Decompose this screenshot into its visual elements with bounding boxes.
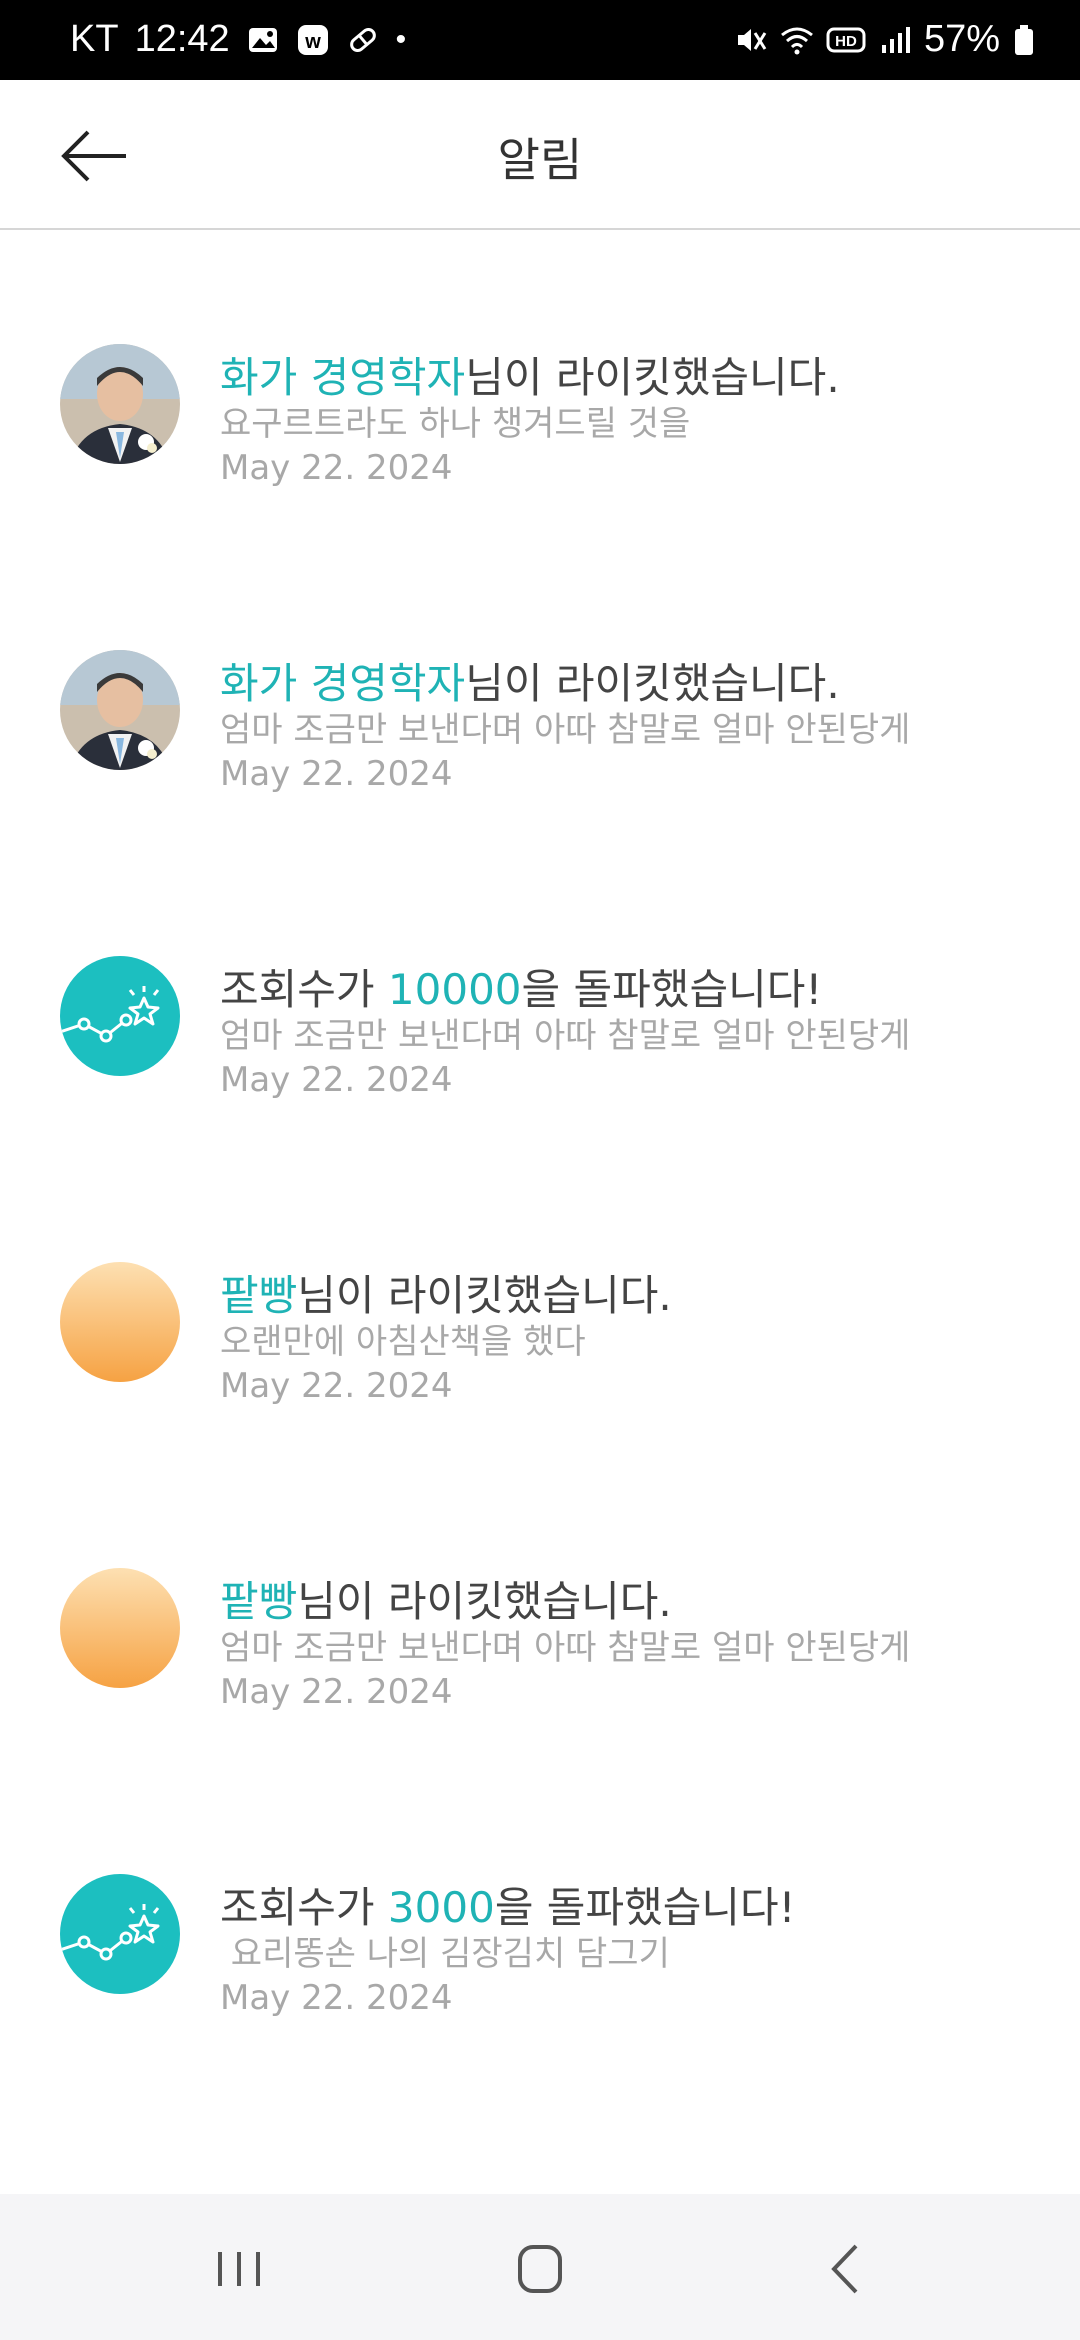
action-text: 님이 라이킷했습니다. <box>297 1577 672 1626</box>
back-icon <box>831 2244 858 2294</box>
system-back-button[interactable] <box>800 2234 890 2304</box>
notification-item[interactable]: 조회수가 10000을 돌파했습니다! 엄마 조금만 보낸다며 아따 참말로 얼… <box>0 956 1080 1256</box>
notification-item[interactable]: 화가 경영학자님이 라이킷했습니다. 엄마 조금만 보낸다며 아따 참말로 얼마… <box>0 650 1080 950</box>
notification-subtitle: 엄마 조금만 보낸다며 아따 참말로 얼마 안된당게 <box>220 710 911 750</box>
notification-item[interactable]: 화가 경영학자님이 라이킷했습니다. 요구르트라도 하나 챙겨드릴 것을 May… <box>0 344 1080 644</box>
pill-icon <box>349 27 376 52</box>
profile-photo-icon <box>60 344 180 464</box>
signal-icon <box>881 26 910 53</box>
recents-icon <box>218 2252 260 2286</box>
notification-subtitle: 엄마 조금만 보낸다며 아따 참말로 얼마 안된당게 <box>220 1016 911 1056</box>
actor-name[interactable]: 화가 경영학자 <box>220 353 465 402</box>
svg-text:HD: HD <box>835 33 857 50</box>
notification-item[interactable]: 조회수가 3000을 돌파했습니다! 요리똥손 나의 김장김치 담그기 May … <box>0 1874 1080 2174</box>
profile-photo-icon <box>60 650 180 770</box>
milestone-count: 3000 <box>387 1883 495 1932</box>
notification-date: May 22. 2024 <box>220 1060 453 1100</box>
avatar <box>60 1262 180 1382</box>
views-milestone-icon <box>60 986 160 1043</box>
views-milestone-icon <box>60 1904 160 1961</box>
actor-name[interactable]: 팥빵 <box>220 1577 297 1626</box>
action-text: 님이 라이킷했습니다. <box>297 1271 672 1320</box>
avatar <box>60 956 180 1076</box>
milestone-prefix: 조회수가 <box>220 965 388 1014</box>
notification-subtitle: 엄마 조금만 보낸다며 아따 참말로 얼마 안된당게 <box>220 1628 911 1668</box>
actor-name[interactable]: 팥빵 <box>220 1271 297 1320</box>
milestone-suffix: 을 돌파했습니다! <box>494 1883 796 1932</box>
milestone-count: 10000 <box>387 965 522 1014</box>
avatar <box>60 1874 180 1994</box>
home-button[interactable] <box>495 2234 585 2304</box>
wifi-icon <box>781 27 813 54</box>
milestone-suffix: 을 돌파했습니다! <box>521 965 823 1014</box>
app-header: 알림 <box>0 80 1080 230</box>
mute-icon <box>737 28 767 51</box>
notification-date: May 22. 2024 <box>220 754 453 794</box>
notification-subtitle: 요리똥손 나의 김장김치 담그기 <box>220 1934 670 1974</box>
notification-date: May 22. 2024 <box>220 448 453 488</box>
battery-icon <box>1015 24 1033 55</box>
action-text: 님이 라이킷했습니다. <box>465 659 840 708</box>
notification-item[interactable]: 팥빵님이 라이킷했습니다. 오랜만에 아침산책을 했다 May 22. 2024 <box>0 1262 1080 1562</box>
w-app-icon: w <box>297 24 328 55</box>
notification-subtitle: 오랜만에 아침산책을 했다 <box>220 1322 586 1362</box>
notification-date: May 22. 2024 <box>220 1672 453 1712</box>
notification-date: May 22. 2024 <box>220 1978 453 2018</box>
status-bar: KT 12:42 w • HD 57% <box>0 0 1080 80</box>
notification-item[interactable]: 팥빵님이 라이킷했습니다. 엄마 조금만 보낸다며 아따 참말로 얼마 안된당게… <box>0 1568 1080 1868</box>
svg-text:w: w <box>304 31 321 53</box>
clock: 12:42 <box>134 18 230 60</box>
notification-list[interactable]: 화가 경영학자님이 라이킷했습니다. 요구르트라도 하나 챙겨드릴 것을 May… <box>0 232 1080 2192</box>
actor-name[interactable]: 화가 경영학자 <box>220 659 465 708</box>
avatar <box>60 344 180 464</box>
notification-date: May 22. 2024 <box>220 1366 453 1406</box>
notification-subtitle: 요구르트라도 하나 챙겨드릴 것을 <box>220 404 691 444</box>
action-text: 님이 라이킷했습니다. <box>465 353 840 402</box>
system-nav-bar <box>0 2194 1080 2340</box>
gallery-icon <box>248 27 277 52</box>
recents-button[interactable] <box>194 2234 284 2304</box>
hd-icon: HD <box>826 27 866 52</box>
notification-dot-icon: • <box>395 22 407 56</box>
battery-percent: 57% <box>923 18 1000 60</box>
page-title: 알림 <box>497 133 583 187</box>
avatar <box>60 650 180 770</box>
carrier-label: KT <box>70 18 119 60</box>
avatar <box>60 1568 180 1688</box>
home-icon <box>518 2245 562 2293</box>
milestone-prefix: 조회수가 <box>220 1883 388 1932</box>
